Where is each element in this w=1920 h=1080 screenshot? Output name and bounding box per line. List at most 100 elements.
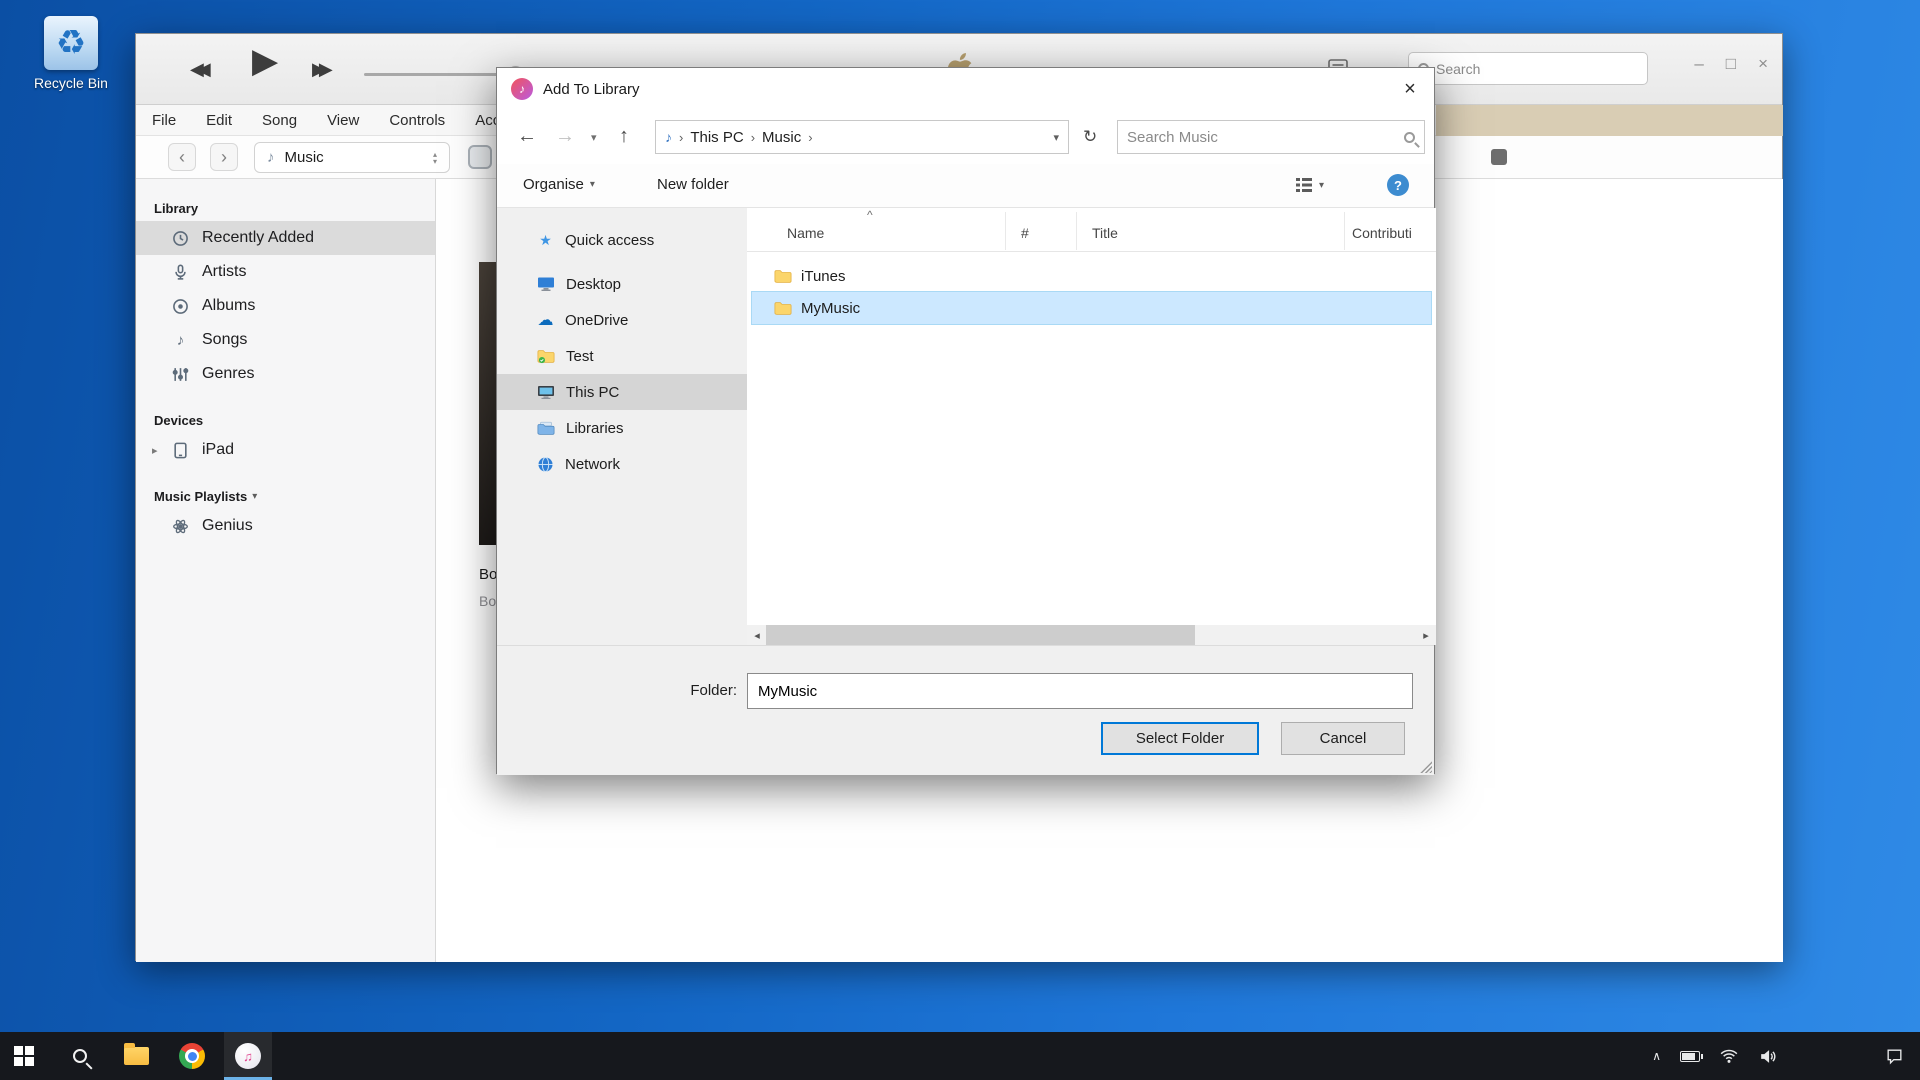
back-button[interactable]: ← — [517, 125, 537, 148]
album-art[interactable] — [479, 262, 497, 545]
taskbar-itunes[interactable]: ♫ — [224, 1032, 272, 1080]
breadcrumb-this-pc[interactable]: This PC — [690, 129, 743, 146]
sidebar-item-genres[interactable]: Genres — [136, 357, 435, 391]
horizontal-scrollbar[interactable]: ◂ ▸ — [747, 625, 1436, 645]
select-folder-button[interactable]: Select Folder — [1101, 722, 1259, 755]
nav-item-quick-access[interactable]: ★ Quick access — [497, 222, 747, 258]
close-button[interactable]: × — [1758, 54, 1768, 74]
folder-icon — [774, 269, 792, 284]
file-row-mymusic[interactable]: MyMusic — [752, 292, 1431, 324]
refresh-button[interactable]: ↻ — [1083, 127, 1097, 147]
fast-forward-button[interactable]: ▶▶ — [312, 59, 326, 80]
sidebar-item-recently-added[interactable]: Recently Added — [136, 221, 435, 255]
nav-forward-icon: › — [221, 147, 227, 168]
itunes-search-input[interactable] — [1436, 61, 1638, 77]
sidebar-item-genius[interactable]: Genius — [136, 509, 435, 543]
ipad-icon — [172, 442, 189, 459]
minimize-button[interactable]: – — [1694, 54, 1703, 74]
nav-forward-button[interactable]: › — [210, 143, 238, 171]
picker-carets-icon: ▴▾ — [433, 151, 437, 165]
maximize-button[interactable]: □ — [1726, 54, 1736, 74]
playlists-header[interactable]: Music Playlists ▾ — [136, 481, 435, 509]
folder-name-input[interactable] — [747, 673, 1413, 709]
volume-icon[interactable] — [1758, 1047, 1777, 1066]
menu-edit[interactable]: Edit — [206, 112, 232, 129]
nav-item-label: Test — [566, 348, 594, 365]
battery-icon[interactable] — [1680, 1051, 1700, 1062]
libraries-icon — [537, 421, 555, 436]
itunes-search-field[interactable] — [1408, 52, 1648, 85]
cancel-button[interactable]: Cancel — [1281, 722, 1405, 755]
nav-item-network[interactable]: Network — [497, 446, 747, 482]
dialog-close-button[interactable]: × — [1386, 68, 1434, 110]
menu-view[interactable]: View — [327, 112, 359, 129]
file-name: MyMusic — [801, 300, 860, 317]
tray-expand-icon[interactable]: ∧ — [1652, 1049, 1661, 1063]
itunes-icon: ♫ — [235, 1043, 261, 1069]
new-folder-button[interactable]: New folder — [657, 176, 729, 193]
column-name[interactable]: Name — [787, 225, 824, 241]
media-picker-label: Music — [285, 149, 324, 166]
address-dropdown-icon[interactable]: ▾ — [1053, 131, 1059, 144]
media-picker[interactable]: ♪ Music ▴▾ — [254, 142, 450, 173]
start-button[interactable] — [0, 1032, 48, 1080]
column-title[interactable]: Title — [1092, 225, 1118, 241]
microphone-icon — [172, 264, 189, 281]
music-note-icon: ♪ — [267, 149, 275, 166]
nav-item-this-pc[interactable]: This PC — [497, 374, 747, 410]
action-center-icon[interactable] — [1885, 1047, 1904, 1066]
rewind-button[interactable]: ◀◀ — [190, 59, 204, 80]
history-dropdown-icon[interactable]: ▾ — [591, 131, 597, 144]
menu-song[interactable]: Song — [262, 112, 297, 129]
resize-grip[interactable] — [1419, 760, 1432, 773]
column-number[interactable]: # — [1021, 225, 1029, 241]
dialog-search-field[interactable] — [1117, 120, 1425, 154]
taskbar-search-button[interactable] — [56, 1032, 104, 1080]
scroll-right-icon[interactable]: ▸ — [1416, 625, 1436, 645]
help-button[interactable]: ? — [1387, 174, 1409, 196]
sidebar-item-albums[interactable]: Albums — [136, 289, 435, 323]
nav-item-test[interactable]: Test — [497, 338, 747, 374]
taskbar-file-explorer[interactable] — [112, 1032, 160, 1080]
add-to-library-dialog: ♪ Add To Library × ← → ▾ ↑ ♪ › This PC ›… — [496, 67, 1435, 774]
forward-button[interactable]: → — [555, 125, 575, 148]
list-header: ^ Name # Title Contributi — [747, 208, 1436, 252]
breadcrumb-music[interactable]: Music — [762, 129, 801, 146]
nav-item-label: Desktop — [566, 276, 621, 293]
taskbar-chrome[interactable] — [168, 1032, 216, 1080]
scroll-left-icon[interactable]: ◂ — [747, 625, 767, 645]
sidebar-item-ipad[interactable]: ▸ iPad — [136, 433, 435, 467]
menu-controls[interactable]: Controls — [389, 112, 445, 129]
sidebar-item-songs[interactable]: ♪ Songs — [136, 323, 435, 357]
view-mode-button[interactable]: ▾ — [1295, 176, 1324, 194]
up-button[interactable]: ↑ — [619, 125, 629, 148]
file-list: ^ Name # Title Contributi iTunes MyMusic… — [747, 208, 1436, 645]
dialog-nav-pane: ★ Quick access Desktop ☁ OneDrive Test T… — [497, 208, 747, 645]
recycle-bin[interactable]: ♻ Recycle Bin — [28, 16, 114, 91]
song-note-icon: ♪ — [172, 332, 189, 349]
sidebar-item-label: Genius — [202, 517, 253, 535]
nav-item-libraries[interactable]: Libraries — [497, 410, 747, 446]
nav-back-button[interactable]: ‹ — [168, 143, 196, 171]
folder-label: Folder: — [637, 682, 737, 699]
organise-button[interactable]: Organise▾ — [523, 176, 595, 193]
play-button[interactable]: ▶ — [252, 41, 278, 81]
sidebar-item-artists[interactable]: Artists — [136, 255, 435, 289]
breadcrumb[interactable]: ♪ › This PC › Music › ▾ — [655, 120, 1069, 154]
desktop: ♻ Recycle Bin ◀◀ ▶ ▶▶ – □ × — [0, 0, 1920, 1080]
miniplayer-icon[interactable] — [468, 145, 492, 169]
chevron-down-icon: ▾ — [252, 491, 257, 502]
expander-icon[interactable]: ▸ — [152, 444, 158, 457]
nav-item-onedrive[interactable]: ☁ OneDrive — [497, 302, 747, 338]
dialog-titlebar[interactable]: ♪ Add To Library — [497, 68, 1434, 110]
scrollbar-thumb[interactable] — [766, 625, 1195, 645]
wifi-icon[interactable] — [1719, 1048, 1739, 1064]
help-icon: ? — [1394, 178, 1402, 193]
genres-icon — [172, 366, 189, 383]
nav-item-desktop[interactable]: Desktop — [497, 266, 747, 302]
column-contributing[interactable]: Contributi — [1352, 225, 1412, 241]
file-row-itunes[interactable]: iTunes — [752, 260, 1431, 292]
system-tray: ∧ — [1652, 1047, 1920, 1066]
dialog-search-input[interactable] — [1127, 129, 1397, 146]
menu-file[interactable]: File — [152, 112, 176, 129]
